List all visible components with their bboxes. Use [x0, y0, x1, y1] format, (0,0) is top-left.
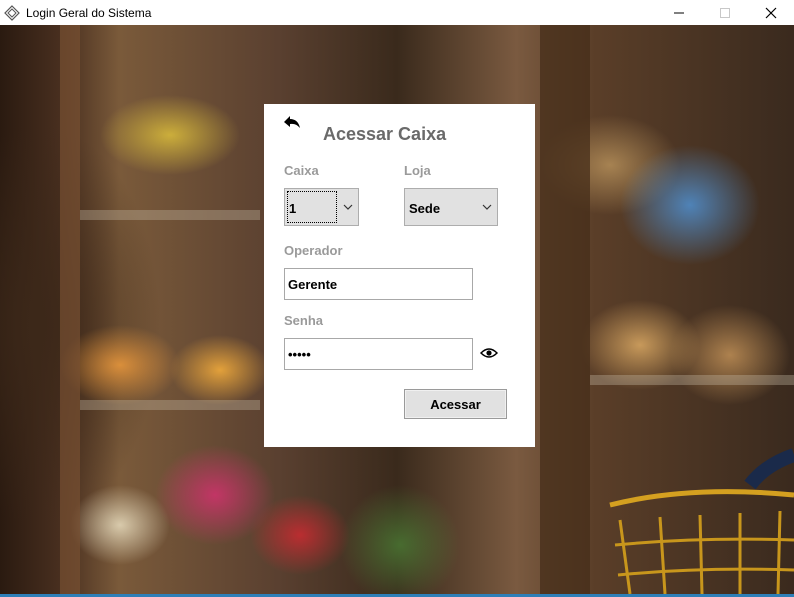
- minimize-icon: [674, 12, 684, 13]
- minimize-button[interactable]: [656, 0, 702, 25]
- background-shelf: [80, 400, 260, 410]
- chevron-down-icon: [343, 204, 353, 210]
- window-title: Login Geral do Sistema: [26, 5, 152, 20]
- maximize-icon: [720, 7, 730, 18]
- background-pillar: [540, 25, 590, 594]
- background-pillar: [60, 25, 80, 594]
- window-titlebar: Login Geral do Sistema: [0, 0, 794, 25]
- caixa-label: Caixa: [284, 163, 319, 178]
- operador-label: Operador: [284, 243, 343, 258]
- window-controls: [656, 0, 794, 25]
- maximize-button[interactable]: [702, 0, 748, 25]
- caixa-select[interactable]: 1: [284, 188, 359, 226]
- back-arrow-icon[interactable]: [282, 114, 302, 132]
- eye-icon[interactable]: [480, 346, 498, 360]
- form-title: Acessar Caixa: [323, 124, 447, 144]
- caixa-select-value: 1: [289, 201, 297, 216]
- senha-label: Senha: [284, 313, 324, 328]
- operador-field[interactable]: Gerente: [284, 268, 473, 300]
- chevron-down-icon: [482, 204, 492, 210]
- background-shelf: [80, 210, 260, 220]
- close-button[interactable]: [748, 0, 794, 25]
- app-icon: [4, 4, 20, 21]
- loja-label: Loja: [404, 163, 431, 178]
- loja-select-value: Sede: [409, 201, 441, 216]
- close-icon: [765, 7, 777, 18]
- shopping-basket-image: [609, 448, 794, 594]
- acessar-button[interactable]: Acessar: [404, 389, 507, 419]
- loja-select[interactable]: Sede: [404, 188, 498, 226]
- senha-field[interactable]: •••••: [284, 338, 473, 370]
- background-shelf: [590, 375, 794, 385]
